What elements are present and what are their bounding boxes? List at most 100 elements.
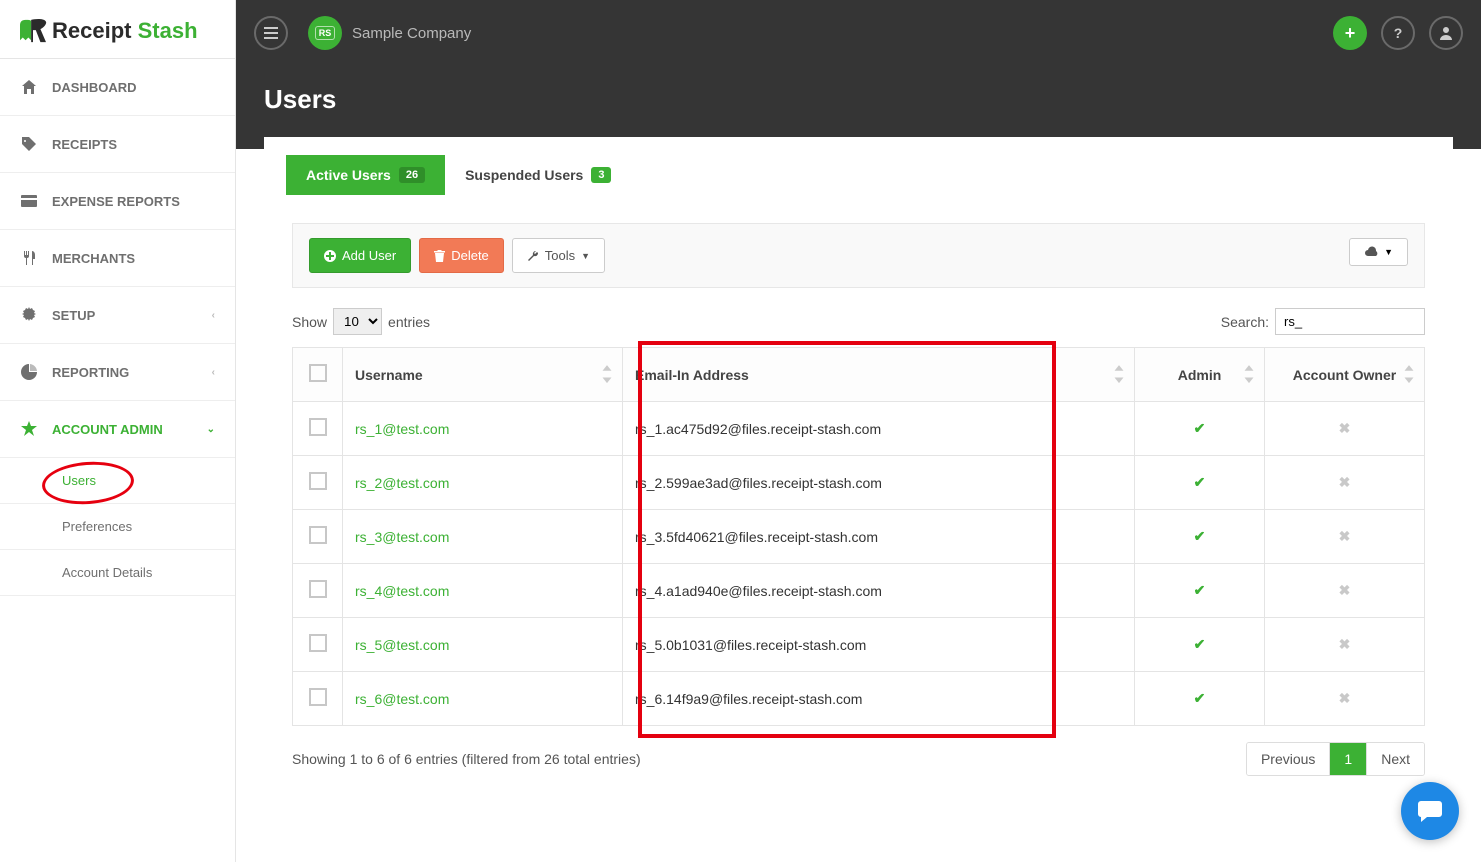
- admin-cell: ✔: [1135, 402, 1265, 456]
- user-icon: [1438, 25, 1454, 41]
- add-button[interactable]: +: [1333, 16, 1367, 50]
- username-link[interactable]: rs_6@test.com: [355, 691, 449, 707]
- sidebar-item-receipts[interactable]: RECEIPTS: [0, 116, 235, 173]
- chevron-down-icon: ⌄: [207, 424, 215, 435]
- topbar: RS Sample Company + ?: [236, 0, 1481, 66]
- sort-icon: [600, 365, 614, 383]
- sidebar-item-setup[interactable]: SETUP ‹: [0, 287, 235, 344]
- x-icon: ✖: [1339, 582, 1351, 598]
- star-icon: [20, 421, 38, 437]
- pie-chart-icon: [20, 364, 38, 380]
- pagination: Previous 1 Next: [1246, 742, 1425, 776]
- export-dropdown[interactable]: ▼: [1349, 238, 1408, 266]
- admin-cell: ✔: [1135, 618, 1265, 672]
- sidebar-label-expense-reports: EXPENSE REPORTS: [52, 194, 180, 209]
- hamburger-icon: [264, 27, 278, 39]
- sidebar-item-account-admin[interactable]: ACCOUNT ADMIN ⌄: [0, 401, 235, 458]
- x-icon: ✖: [1339, 420, 1351, 436]
- x-icon: ✖: [1339, 636, 1351, 652]
- check-icon: ✔: [1194, 474, 1206, 490]
- x-icon: ✖: [1339, 474, 1351, 490]
- menu-toggle-button[interactable]: [254, 16, 288, 50]
- home-icon: [20, 79, 38, 95]
- plus-icon: +: [1345, 23, 1356, 44]
- users-table: Username Email-In Address Admin: [292, 347, 1425, 726]
- gear-icon: [20, 307, 38, 323]
- admin-cell: ✔: [1135, 510, 1265, 564]
- username-link[interactable]: rs_4@test.com: [355, 583, 449, 599]
- sidebar-item-expense-reports[interactable]: EXPENSE REPORTS: [0, 173, 235, 230]
- wrench-icon: [527, 250, 539, 262]
- username-link[interactable]: rs_3@test.com: [355, 529, 449, 545]
- owner-cell: ✖: [1265, 402, 1425, 456]
- row-checkbox[interactable]: [309, 634, 327, 652]
- trash-icon: [434, 250, 445, 262]
- table-info: Showing 1 to 6 of 6 entries (filtered fr…: [292, 751, 641, 767]
- sort-icon: [1112, 365, 1126, 383]
- pagination-next[interactable]: Next: [1366, 743, 1424, 775]
- pagination-page-1[interactable]: 1: [1329, 743, 1366, 775]
- tools-dropdown[interactable]: Tools ▼: [512, 238, 605, 273]
- tab-suspended-users[interactable]: Suspended Users 3: [445, 155, 631, 195]
- sidebar-item-reporting[interactable]: REPORTING ‹: [0, 344, 235, 401]
- email-in-cell: rs_3.5fd40621@files.receipt-stash.com: [623, 510, 1135, 564]
- sort-icon: [1242, 365, 1256, 383]
- admin-cell: ✔: [1135, 564, 1265, 618]
- chevron-left-icon: ‹: [212, 367, 215, 378]
- sidebar-subitem-account-details[interactable]: Account Details: [0, 550, 235, 596]
- tag-icon: [20, 136, 38, 152]
- search-label: Search:: [1221, 314, 1269, 330]
- sidebar-item-merchants[interactable]: MERCHANTS: [0, 230, 235, 287]
- owner-cell: ✖: [1265, 564, 1425, 618]
- row-checkbox[interactable]: [309, 526, 327, 544]
- entries-label: entries: [388, 314, 430, 330]
- col-admin[interactable]: Admin: [1135, 348, 1265, 402]
- email-in-cell: rs_1.ac475d92@files.receipt-stash.com: [623, 402, 1135, 456]
- suspended-users-count-badge: 3: [591, 167, 611, 183]
- username-link[interactable]: rs_2@test.com: [355, 475, 449, 491]
- sidebar-item-dashboard[interactable]: DASHBOARD: [0, 59, 235, 116]
- owner-cell: ✖: [1265, 456, 1425, 510]
- username-link[interactable]: rs_5@test.com: [355, 637, 449, 653]
- email-in-cell: rs_6.14f9a9@files.receipt-stash.com: [623, 672, 1135, 726]
- row-checkbox[interactable]: [309, 418, 327, 436]
- page-size-select[interactable]: 10: [333, 308, 382, 335]
- company-badge[interactable]: RS: [308, 16, 342, 50]
- pagination-previous[interactable]: Previous: [1247, 743, 1329, 775]
- check-icon: ✔: [1194, 420, 1206, 436]
- table-row: rs_5@test.comrs_5.0b1031@files.receipt-s…: [293, 618, 1425, 672]
- col-email-in[interactable]: Email-In Address: [623, 348, 1135, 402]
- brand-logo[interactable]: Receipt Stash: [0, 0, 235, 59]
- check-icon: ✔: [1194, 636, 1206, 652]
- table-row: rs_4@test.comrs_4.a1ad940e@files.receipt…: [293, 564, 1425, 618]
- sort-icon: [1402, 365, 1416, 383]
- help-button[interactable]: ?: [1381, 16, 1415, 50]
- tab-active-users[interactable]: Active Users 26: [286, 155, 445, 195]
- x-icon: ✖: [1339, 528, 1351, 544]
- col-username[interactable]: Username: [343, 348, 623, 402]
- row-checkbox[interactable]: [309, 472, 327, 490]
- plus-circle-icon: [324, 250, 336, 262]
- sidebar-subitem-users[interactable]: Users: [0, 458, 235, 504]
- table-row: rs_1@test.com rs_1.ac475d92@files.receipt…: [293, 402, 1425, 456]
- profile-button[interactable]: [1429, 16, 1463, 50]
- sidebar-subitem-preferences[interactable]: Preferences: [0, 504, 235, 550]
- col-account-owner[interactable]: Account Owner: [1265, 348, 1425, 402]
- username-link[interactable]: rs_1@test.com: [355, 421, 449, 437]
- sidebar-label-reporting: REPORTING: [52, 365, 129, 380]
- search-input[interactable]: [1275, 308, 1425, 335]
- select-all-checkbox[interactable]: [309, 364, 327, 382]
- row-checkbox[interactable]: [309, 580, 327, 598]
- add-user-button[interactable]: Add User: [309, 238, 411, 273]
- email-in-cell: rs_2.599ae3ad@files.receipt-stash.com: [623, 456, 1135, 510]
- admin-cell: ✔: [1135, 672, 1265, 726]
- row-checkbox[interactable]: [309, 688, 327, 706]
- sidebar-label-merchants: MERCHANTS: [52, 251, 135, 266]
- chat-widget-button[interactable]: [1401, 782, 1459, 840]
- caret-down-icon: ▼: [581, 251, 590, 261]
- col-checkbox: [293, 348, 343, 402]
- company-name: Sample Company: [352, 25, 471, 42]
- card-icon: [20, 193, 38, 209]
- sidebar: Receipt Stash DASHBOARD RECEIPTS EXPENSE…: [0, 0, 236, 862]
- delete-button[interactable]: Delete: [419, 238, 504, 273]
